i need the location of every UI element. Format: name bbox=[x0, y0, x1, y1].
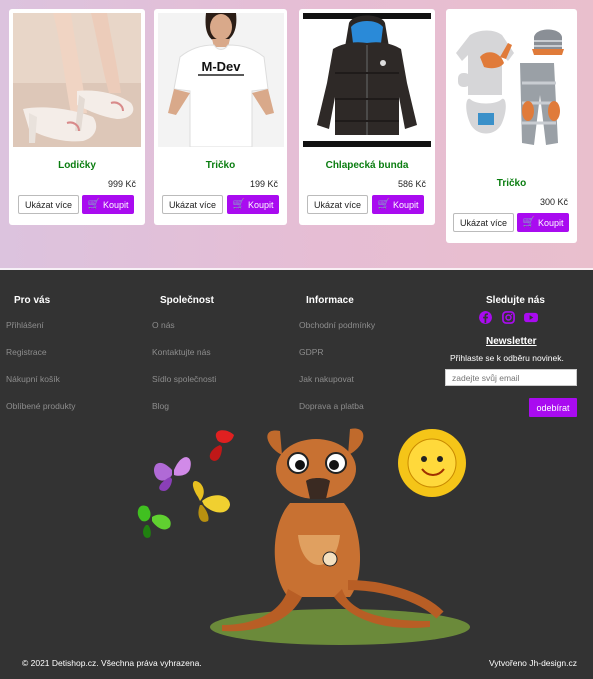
product-price: 199 Kč bbox=[249, 179, 278, 189]
butterfly-purple-icon bbox=[153, 457, 191, 491]
footer-link-headquarters[interactable]: Sídlo společnosti bbox=[152, 374, 216, 384]
youtube-icon[interactable] bbox=[523, 311, 539, 324]
butterfly-yellow-icon bbox=[192, 480, 230, 522]
footer-link-login[interactable]: Přihlášení bbox=[6, 320, 44, 330]
footer-link-favorites[interactable]: Oblíbené produkty bbox=[6, 401, 75, 411]
buy-button[interactable]: 🛒 Koupit bbox=[227, 195, 279, 214]
product-card: M-Dev Tričko 199 Kč Ukázat více 🛒 Koupit bbox=[154, 9, 287, 225]
newsletter-text: Přihlaste se k odběru novinek. bbox=[450, 353, 564, 363]
copyright-text: © 2021 Detishop.cz. Všechna práva vyhraz… bbox=[22, 658, 202, 668]
made-by-link[interactable]: Vytvořeno Jh-design.cz bbox=[489, 658, 577, 668]
newsletter-email-input[interactable] bbox=[445, 369, 577, 386]
footer-link-contact[interactable]: Kontaktujte nás bbox=[152, 347, 211, 357]
footer-heading-social: Sledujte nás bbox=[486, 295, 545, 306]
section-divider bbox=[0, 268, 593, 270]
product-price: 300 Kč bbox=[539, 197, 568, 207]
products-section: Lodičky 999 Kč Ukázat více 🛒 Koupit M-Dev… bbox=[0, 0, 593, 270]
product-card: Tričko 300 Kč Ukázat více 🛒 Koupit bbox=[446, 9, 577, 243]
product-name[interactable]: Tričko bbox=[154, 160, 287, 171]
product-image-tshirt[interactable]: M-Dev bbox=[158, 13, 284, 147]
product-price: 586 Kč bbox=[397, 179, 426, 189]
product-image-shoes[interactable] bbox=[13, 13, 141, 147]
subscribe-button[interactable]: odebírat bbox=[529, 398, 577, 417]
cart-icon: 🛒 bbox=[522, 216, 535, 228]
facebook-icon[interactable] bbox=[479, 311, 492, 324]
show-more-button[interactable]: Ukázat více bbox=[162, 195, 223, 214]
kangaroo-illustration bbox=[137, 428, 470, 645]
cart-icon: 🛒 bbox=[377, 198, 390, 210]
cart-icon: 🛒 bbox=[232, 198, 245, 210]
product-price: 999 Kč bbox=[107, 179, 136, 189]
footer-link-cart[interactable]: Nákupní košík bbox=[6, 374, 60, 384]
product-name[interactable]: Lodičky bbox=[9, 160, 145, 171]
footer-link-terms[interactable]: Obchodní podmínky bbox=[299, 320, 375, 330]
footer-link-how-to-buy[interactable]: Jak nakupovat bbox=[299, 374, 354, 384]
shirt-print-text: M-Dev bbox=[201, 59, 241, 74]
footer-link-shipping[interactable]: Doprava a platba bbox=[299, 401, 364, 411]
cart-icon: 🛒 bbox=[87, 198, 100, 210]
butterfly-red-icon bbox=[209, 430, 234, 461]
product-image-jacket[interactable] bbox=[303, 13, 431, 147]
buy-button[interactable]: 🛒 Koupit bbox=[517, 213, 569, 232]
product-name[interactable]: Chlapecká bunda bbox=[299, 160, 435, 171]
footer-heading-pro-vas: Pro vás bbox=[14, 295, 51, 306]
buy-button[interactable]: 🛒 Koupit bbox=[82, 195, 134, 214]
footer-link-about[interactable]: O nás bbox=[152, 320, 175, 330]
buy-button[interactable]: 🛒 Koupit bbox=[372, 195, 424, 214]
product-card: Lodičky 999 Kč Ukázat více 🛒 Koupit bbox=[9, 9, 145, 225]
footer-heading-spolecnost: Společnost bbox=[160, 295, 214, 306]
site-footer: Pro vás Přihlášení Registrace Nákupní ko… bbox=[0, 280, 593, 679]
product-image-baby-set[interactable] bbox=[450, 13, 574, 165]
sun-icon bbox=[398, 429, 466, 497]
newsletter-title: Newsletter bbox=[486, 336, 537, 347]
footer-link-register[interactable]: Registrace bbox=[6, 347, 47, 357]
show-more-button[interactable]: Ukázat více bbox=[453, 213, 514, 232]
instagram-icon[interactable] bbox=[502, 311, 515, 324]
product-card: Chlapecká bunda 586 Kč Ukázat více 🛒 Koup… bbox=[299, 9, 435, 225]
footer-link-gdpr[interactable]: GDPR bbox=[299, 347, 324, 357]
butterfly-green-icon bbox=[137, 505, 171, 538]
show-more-button[interactable]: Ukázat více bbox=[307, 195, 368, 214]
footer-heading-informace: Informace bbox=[306, 295, 354, 306]
product-name[interactable]: Tričko bbox=[446, 178, 577, 189]
show-more-button[interactable]: Ukázat více bbox=[18, 195, 79, 214]
footer-link-blog[interactable]: Blog bbox=[152, 401, 169, 411]
